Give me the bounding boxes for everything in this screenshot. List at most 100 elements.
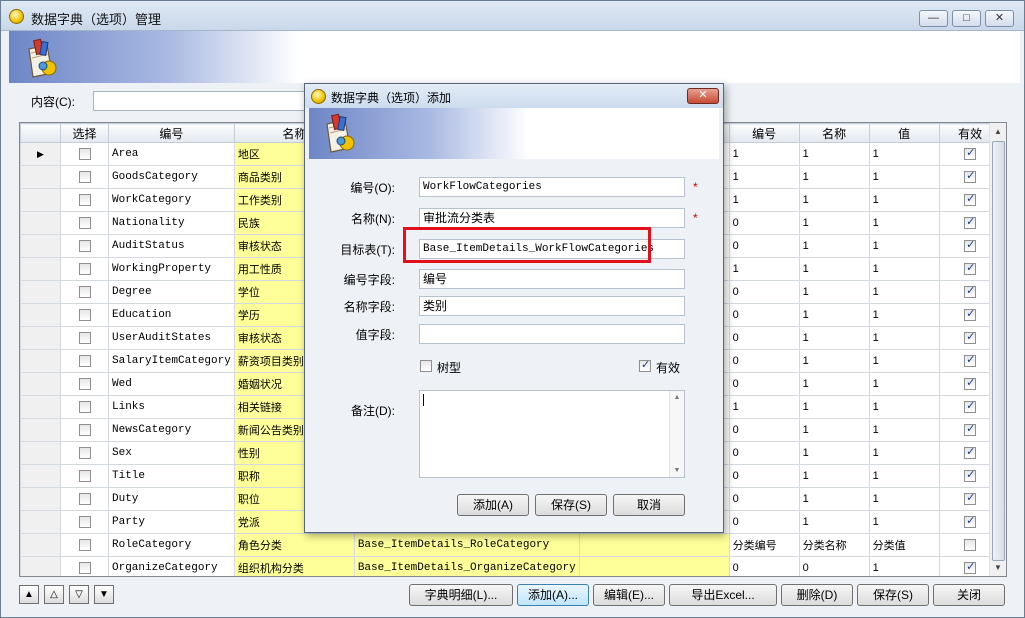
valid-checkbox-cell[interactable] <box>964 261 977 276</box>
dialog-save-button[interactable]: 保存(S) <box>535 494 607 516</box>
name-field-cell[interactable]: 1 <box>798 257 870 281</box>
valid-checkbox-cell[interactable] <box>964 399 977 414</box>
select-checkbox[interactable] <box>78 217 91 230</box>
row-header[interactable] <box>20 211 61 235</box>
value-cell[interactable]: 1 <box>868 510 940 534</box>
select-cell[interactable] <box>60 234 109 258</box>
code-field-cell[interactable]: 0 <box>728 326 800 350</box>
name-field-cell[interactable]: 1 <box>798 280 870 304</box>
select-checkbox[interactable] <box>78 539 91 552</box>
delete-button[interactable]: 删除(D) <box>781 584 853 606</box>
code-field-cell[interactable]: 0 <box>728 418 800 442</box>
code-cell[interactable]: Degree <box>108 280 235 304</box>
select-cell[interactable] <box>60 533 109 557</box>
value-cell[interactable]: 1 <box>868 188 940 212</box>
scroll-thumb[interactable] <box>992 141 1005 561</box>
select-checkbox[interactable] <box>78 286 91 299</box>
row-header[interactable] <box>20 556 61 576</box>
select-cell[interactable] <box>60 510 109 534</box>
code-field-cell[interactable]: 1 <box>728 188 800 212</box>
code-cell[interactable]: Wed <box>108 372 235 396</box>
name-field-cell[interactable]: 1 <box>798 372 870 396</box>
valid-checkbox-cell[interactable] <box>964 238 977 253</box>
dialog-cancel-button[interactable]: 取消 <box>613 494 685 516</box>
valid-checkbox-cell[interactable] <box>964 445 977 460</box>
code-cell[interactable]: WorkingProperty <box>108 257 235 281</box>
select-cell[interactable] <box>60 349 109 373</box>
name-cell[interactable]: 组织机构分类 <box>233 556 355 576</box>
name-field-cell[interactable]: 1 <box>798 418 870 442</box>
select-cell[interactable] <box>60 395 109 419</box>
grid-vertical-scrollbar[interactable]: ▲ ▼ <box>989 123 1006 576</box>
blank-cell[interactable] <box>578 533 730 557</box>
name-cell[interactable]: 角色分类 <box>233 533 355 557</box>
value-cell[interactable]: 1 <box>868 556 940 576</box>
move-up-button[interactable]: △ <box>44 585 64 604</box>
add-button[interactable]: 添加(A)... <box>517 584 589 606</box>
code-cell[interactable]: UserAuditStates <box>108 326 235 350</box>
select-checkbox[interactable] <box>78 470 91 483</box>
value-cell[interactable]: 1 <box>868 211 940 235</box>
name-input[interactable]: 审批流分类表 <box>419 208 685 228</box>
remark-scrollbar[interactable]: ▲ ▼ <box>669 391 684 477</box>
select-cell[interactable] <box>60 211 109 235</box>
code-cell[interactable]: Education <box>108 303 235 327</box>
remark-textarea[interactable]: ▲ ▼ <box>419 390 685 478</box>
select-cell[interactable] <box>60 303 109 327</box>
dialog-title-bar[interactable]: 数据字典（选项）添加 ✕ <box>305 84 723 108</box>
scroll-up-icon[interactable]: ▲ <box>990 123 1006 140</box>
code-cell[interactable]: Duty <box>108 487 235 511</box>
valid-checkbox-cell[interactable] <box>964 491 977 506</box>
select-checkbox[interactable] <box>78 447 91 460</box>
edit-button[interactable]: 编辑(E)... <box>593 584 665 606</box>
select-cell[interactable] <box>60 464 109 488</box>
col-header-code[interactable]: 编号 <box>108 123 235 143</box>
select-checkbox[interactable] <box>78 309 91 322</box>
content-search-input[interactable] <box>93 91 305 111</box>
close-button[interactable]: ✕ <box>985 10 1014 27</box>
code-field-input[interactable]: 编号 <box>419 269 685 289</box>
row-header[interactable]: ▶ <box>20 142 61 166</box>
move-down-button[interactable]: ▽ <box>69 585 89 604</box>
value-cell[interactable]: 1 <box>868 326 940 350</box>
name-field-cell[interactable]: 1 <box>798 349 870 373</box>
name-field-cell[interactable]: 1 <box>798 234 870 258</box>
value-cell[interactable]: 1 <box>868 349 940 373</box>
select-checkbox[interactable] <box>78 171 91 184</box>
row-header[interactable] <box>20 188 61 212</box>
name-field-cell[interactable]: 分类名称 <box>798 533 870 557</box>
select-checkbox[interactable] <box>78 355 91 368</box>
name-field-cell[interactable]: 1 <box>798 510 870 534</box>
row-header[interactable] <box>20 441 61 465</box>
code-field-cell[interactable]: 1 <box>728 257 800 281</box>
valid-checkbox-cell[interactable] <box>964 468 977 483</box>
select-cell[interactable] <box>60 280 109 304</box>
col-header-code-field[interactable]: 编号 <box>728 123 800 143</box>
code-field-cell[interactable]: 分类编号 <box>728 533 800 557</box>
row-header[interactable] <box>20 165 61 189</box>
name-field-cell[interactable]: 1 <box>798 165 870 189</box>
name-field-cell[interactable]: 1 <box>798 326 870 350</box>
row-header[interactable] <box>20 349 61 373</box>
target-cell[interactable]: Base_ItemDetails_RoleCategory <box>353 533 580 557</box>
valid-checkbox-cell[interactable] <box>964 422 977 437</box>
valid-checkbox-cell[interactable] <box>964 192 977 207</box>
col-header-value[interactable]: 值 <box>868 123 940 143</box>
name-field-cell[interactable]: 1 <box>798 441 870 465</box>
name-field-cell[interactable]: 1 <box>798 303 870 327</box>
target-cell[interactable]: Base_ItemDetails_OrganizeCategory <box>353 556 580 576</box>
table-row[interactable]: OrganizeCategory 组织机构分类 Base_ItemDetails_O… <box>20 556 1002 576</box>
code-cell[interactable]: RoleCategory <box>108 533 235 557</box>
code-field-cell[interactable]: 0 <box>728 211 800 235</box>
code-field-cell[interactable]: 0 <box>728 487 800 511</box>
code-cell[interactable]: Sex <box>108 441 235 465</box>
select-cell[interactable] <box>60 188 109 212</box>
code-field-cell[interactable]: 1 <box>728 142 800 166</box>
row-header[interactable] <box>20 326 61 350</box>
select-checkbox[interactable] <box>78 378 91 391</box>
code-cell[interactable]: Title <box>108 464 235 488</box>
tree-checkbox[interactable] <box>420 360 432 372</box>
select-cell[interactable] <box>60 372 109 396</box>
code-field-cell[interactable]: 0 <box>728 303 800 327</box>
export-excel-button[interactable]: 导出Excel... <box>669 584 777 606</box>
